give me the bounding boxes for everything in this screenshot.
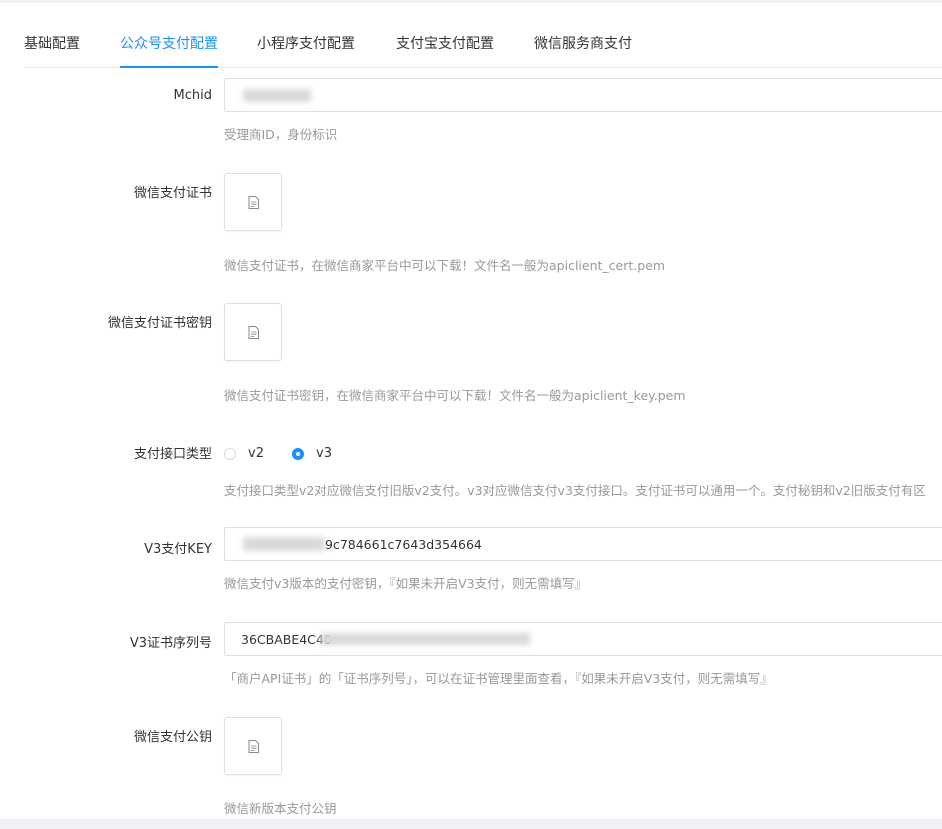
- cert-key-label: 微信支付证书密钥: [107, 316, 212, 331]
- file-icon: [248, 740, 259, 753]
- v3-key-input[interactable]: 9c784661c7643d354664: [224, 527, 942, 561]
- cert-label: 微信支付证书: [133, 186, 212, 201]
- mchid-redacted: [243, 89, 311, 102]
- mchid-input[interactable]: [224, 78, 942, 112]
- public-key-help: 微信新版本支付公钥: [224, 801, 337, 816]
- mchid-label: Mchid: [173, 88, 212, 103]
- v3-key-label: V3支付KEY: [144, 542, 212, 557]
- tab-wechat-service-provider[interactable]: 微信服务商支付: [534, 27, 632, 67]
- cert-key-help: 微信支付证书密钥，在微信商家平台中可以下载！文件名一般为apiclient_ke…: [224, 388, 686, 403]
- serial-value: 36CBABE4C40: [241, 632, 332, 647]
- tab-mini-program-pay[interactable]: 小程序支付配置: [257, 27, 355, 67]
- v3-key-value: 9c784661c7643d354664: [325, 537, 482, 552]
- public-key-upload[interactable]: [224, 717, 282, 775]
- payment-config-card: 基础配置 公众号支付配置 小程序支付配置 支付宝支付配置 微信服务商支付 Mch…: [0, 3, 942, 819]
- api-type-help: 支付接口类型v2对应微信支付旧版v2支付。v3对应微信支付v3支付接口。支付证书…: [224, 483, 926, 498]
- radio-v2-circle[interactable]: [224, 447, 236, 460]
- radio-v3-circle[interactable]: [292, 447, 304, 460]
- tab-basic-config[interactable]: 基础配置: [24, 27, 80, 67]
- cert-key-upload[interactable]: [224, 303, 282, 361]
- radio-v3[interactable]: v3: [292, 446, 332, 461]
- api-type-label: 支付接口类型: [133, 447, 212, 462]
- radio-v2-label: v2: [248, 446, 264, 461]
- v3-key-redacted: [243, 537, 325, 551]
- cert-help: 微信支付证书，在微信商家平台中可以下载！文件名一般为apiclient_cert…: [224, 258, 666, 273]
- radio-v3-label: v3: [316, 446, 332, 461]
- file-icon: [248, 196, 259, 209]
- radio-v2[interactable]: v2: [224, 446, 264, 461]
- tab-official-account-pay[interactable]: 公众号支付配置: [120, 27, 218, 68]
- mchid-help: 受理商ID，身份标识: [224, 127, 338, 142]
- serial-label: V3证书序列号: [129, 636, 212, 651]
- v3-key-help: 微信支付v3版本的支付密钥，『如果未开启V3支付，则无需填写』: [224, 576, 588, 591]
- file-icon: [248, 326, 259, 339]
- serial-input[interactable]: 36CBABE4C40: [224, 622, 942, 656]
- cert-upload[interactable]: [224, 173, 282, 231]
- serial-help: 「商户API证书」的「证书序列号」，可以在证书管理里面查看，『如果未开启V3支付…: [224, 671, 773, 686]
- config-tabs: 基础配置 公众号支付配置 小程序支付配置 支付宝支付配置 微信服务商支付: [24, 27, 942, 68]
- serial-redacted: [320, 633, 530, 645]
- public-key-label: 微信支付公钥: [133, 730, 212, 745]
- tab-alipay-config[interactable]: 支付宝支付配置: [396, 27, 494, 67]
